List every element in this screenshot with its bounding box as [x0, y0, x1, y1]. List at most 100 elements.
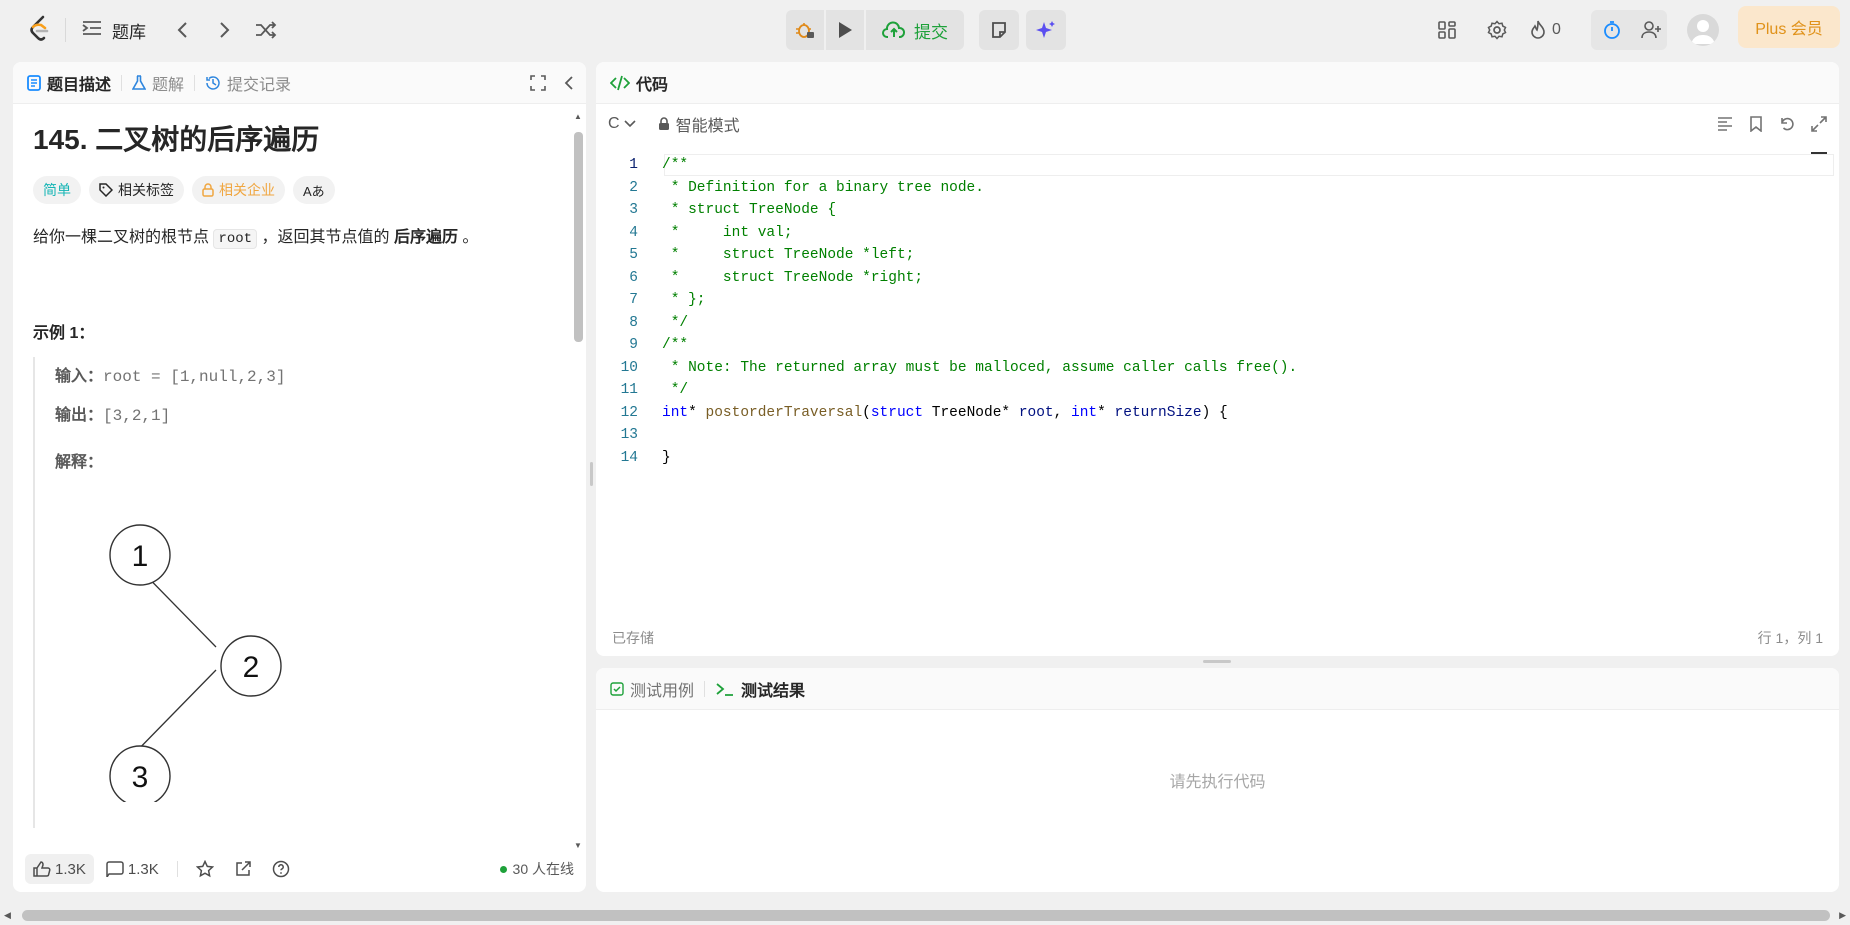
desc-text-mid: ，返回其节点值的 [257, 229, 394, 246]
debug-button[interactable] [786, 10, 824, 50]
tab-solutions[interactable]: 题解 [122, 62, 194, 104]
bookmark-icon[interactable] [1749, 116, 1763, 132]
chevron-left-icon [177, 22, 187, 38]
ai-assist-button[interactable] [1026, 10, 1066, 50]
flask-icon [132, 74, 147, 90]
code-line[interactable]: 14} [596, 447, 1839, 470]
code-line[interactable]: 11 */ [596, 379, 1839, 402]
tab-submissions[interactable]: 提交记录 [195, 62, 301, 104]
favorite-button[interactable] [188, 854, 222, 884]
leetcode-logo-icon[interactable] [26, 14, 54, 44]
related-companies-button[interactable]: 相关企业 [192, 176, 285, 204]
output-label: 输出： [55, 407, 104, 424]
test-panel: 测试用例 测试结果 请先执行代码 [596, 668, 1839, 892]
scrollbar-thumb[interactable] [22, 910, 1830, 921]
reset-icon[interactable] [1779, 116, 1795, 132]
plus-membership-button[interactable]: Plus 会员 [1738, 6, 1840, 48]
code-line[interactable]: 5 * struct TreeNode *left; [596, 244, 1839, 267]
line-number: 9 [629, 337, 638, 353]
code-text: * struct TreeNode *right; [662, 269, 924, 286]
online-count: 30 人在线 [499, 859, 574, 879]
settings-button[interactable] [1481, 14, 1513, 46]
scroll-right-icon[interactable]: ▶ [1839, 910, 1846, 921]
language-select[interactable]: C [608, 115, 636, 133]
example-title: 示例 1： [33, 325, 95, 342]
code-line[interactable]: 8 */ [596, 312, 1839, 335]
editor-tabbar: 代码 [596, 62, 1839, 104]
description-panel: 题目描述 题解 提交记录 145. 二叉树的后序遍历 简单 相关标签 相关企业 … [13, 62, 586, 892]
code-line[interactable]: 13 [596, 424, 1839, 447]
tab-description[interactable]: 题目描述 [13, 62, 121, 104]
code-line[interactable]: 1 /** [596, 154, 1839, 177]
code-line[interactable]: 4 * int val; [596, 222, 1839, 245]
tab-testcase[interactable]: 测试用例 [596, 668, 704, 710]
code-line[interactable]: 9 /** [596, 334, 1839, 357]
streak-counter[interactable]: 0 [1530, 16, 1561, 44]
history-icon [206, 75, 220, 90]
collapse-left-icon[interactable] [564, 75, 574, 91]
problem-list-button[interactable]: 题库 [82, 16, 146, 44]
help-button[interactable] [264, 854, 298, 884]
vertical-resize-handle[interactable] [590, 462, 593, 486]
random-problem-button[interactable] [252, 16, 280, 44]
note-button[interactable] [979, 10, 1019, 50]
online-dot-icon [499, 865, 507, 873]
line-number: 6 [629, 269, 638, 286]
checkbox-icon [610, 681, 624, 696]
expand-icon[interactable] [1811, 116, 1827, 132]
code-editor-panel: 代码 C 智能模式 1 /** 2 * Definition for a binar… [596, 62, 1839, 656]
line-number: 13 [620, 427, 638, 443]
smart-mode-toggle[interactable]: 智能模式 [658, 112, 740, 136]
next-problem-button[interactable] [211, 16, 239, 44]
translate-button[interactable]: Aあ [293, 176, 335, 204]
tab-code[interactable]: 代码 [596, 62, 678, 104]
horizontal-resize-handle[interactable] [1203, 660, 1231, 663]
code-editor[interactable]: 1 /** 2 * Definition for a binary tree nod… [596, 154, 1839, 614]
desc-text: 给你一棵二叉树的根节点 [33, 229, 214, 246]
tab-submissions-label: 提交记录 [227, 76, 292, 94]
question-icon [272, 860, 289, 878]
scrollbar-thumb[interactable] [574, 132, 583, 342]
code-line[interactable]: 3 * struct TreeNode { [596, 199, 1839, 222]
input-value: root = [1,null,2,3] [103, 368, 286, 386]
note-icon [992, 22, 1006, 38]
timer-button[interactable] [1596, 14, 1628, 46]
play-icon [839, 22, 852, 38]
description-tabbar: 题目描述 题解 提交记录 [13, 62, 586, 104]
share-button[interactable] [226, 854, 260, 884]
run-button[interactable] [826, 10, 864, 50]
tree-node-label: 2 [243, 651, 260, 684]
code-line[interactable]: 2 * Definition for a binary tree node. [596, 177, 1839, 200]
scroll-left-icon[interactable]: ◀ [4, 910, 11, 921]
language-label: C [608, 115, 620, 132]
collaborate-button[interactable] [1636, 14, 1668, 46]
code-text: * struct TreeNode *left; [662, 247, 915, 263]
code-line[interactable]: 6 * struct TreeNode *right; [596, 267, 1839, 290]
related-tags-button[interactable]: 相关标签 [89, 176, 184, 204]
saved-status: 已存储 [612, 630, 654, 646]
description-scrollbar[interactable]: ▲ ▼ [571, 112, 583, 850]
fullscreen-icon[interactable] [530, 74, 546, 91]
code-line[interactable]: 12 int* postorderTraversal(struct TreeNod… [596, 402, 1839, 425]
layout-button[interactable] [1431, 14, 1463, 46]
cursor-position: 行 1，列 1 [1757, 630, 1823, 646]
page-horizontal-scrollbar[interactable]: ◀ ▶ [0, 906, 1850, 925]
bug-lock-icon [796, 23, 814, 38]
run-controls: 提交 [786, 10, 964, 50]
code-line[interactable]: 10 * Note: The returned array must be ma… [596, 357, 1839, 380]
lock-icon [658, 117, 669, 130]
code-icon [610, 75, 630, 90]
user-avatar-icon [1691, 20, 1715, 44]
cloud-upload-icon [882, 21, 906, 38]
submit-button[interactable]: 提交 [866, 10, 964, 50]
sparkle-icon [1036, 21, 1055, 38]
tab-test-result[interactable]: 测试结果 [705, 668, 815, 710]
prev-problem-button[interactable] [168, 16, 196, 44]
format-code-icon[interactable] [1717, 116, 1733, 132]
like-button[interactable]: 1.3K [25, 854, 94, 884]
comments-button[interactable]: 1.3K [98, 854, 167, 884]
avatar[interactable] [1687, 14, 1719, 46]
code-line[interactable]: 7 * }; [596, 289, 1839, 312]
example-input: 输入： root = [1,null,2,3] [55, 357, 553, 404]
line-number: 2 [629, 179, 638, 196]
